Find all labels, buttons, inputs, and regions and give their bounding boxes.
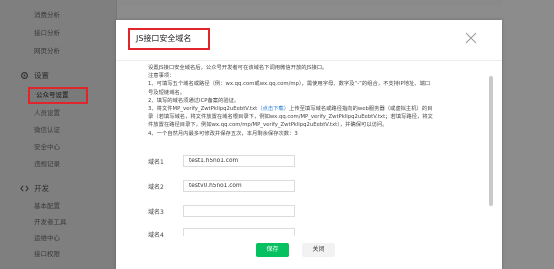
save-button[interactable]: 保存 <box>256 243 289 257</box>
dev-section-label: 开发 <box>34 184 49 193</box>
note-line: 件放置在路径目录下，例如wx.qq.com/mp/MP_verify_ZwtPk… <box>148 122 388 129</box>
domain-2-label: 域名2 <box>148 184 164 191</box>
sidebar-item-web-analysis[interactable]: 网页分析 <box>34 45 60 55</box>
sidebar-item-certification[interactable]: 微信认证 <box>34 124 60 134</box>
js-domain-dialog: JS接口安全域名 设置JS接口安全域名后，公众号开发者可在该域名下调用微信开放的… <box>116 20 502 269</box>
note-line: 3、将文件MP_verify_ZwtPkllpq2uEebtV.txt（点击下载… <box>148 106 433 113</box>
note-line: 设置JS接口安全域名后，公众号开发者可在该域名下调用微信开放的JS接口。 <box>148 65 328 71</box>
note-line: 4、一个自然月内最多可修改并保存五次，本月剩余保存次数：3 <box>148 130 298 137</box>
domain-1-input[interactable] <box>183 155 295 167</box>
dialog-divider <box>116 60 502 61</box>
note-line: 录（若填写域名，将文件放置在域名根目录下，例如wx.qq.com/MP_veri… <box>148 114 433 121</box>
domain-2-input[interactable] <box>183 180 295 192</box>
domain-3-label: 域名3 <box>148 209 164 216</box>
code-icon <box>20 185 29 192</box>
note-line: 注意事项： <box>148 73 175 80</box>
sidebar-item-dev-tools[interactable]: 开发者工具 <box>34 216 67 226</box>
sidebar-item-security[interactable]: 安全中心 <box>34 141 60 151</box>
domain-4-input[interactable] <box>183 228 295 236</box>
cancel-button[interactable]: 关闭 <box>302 243 335 257</box>
sidebar-item-basic-config[interactable]: 基本配置 <box>34 200 60 210</box>
sidebar: 消费分析 接口分析 网页分析 设置 公众号设置 人员设置 微信认证 安全中心 违… <box>0 0 117 269</box>
note-line: 1、可填写五个域名或路径（例：wx.qq.com或wx.qq.com/mp），需… <box>148 81 431 88</box>
note-line: 2、填写的域名须通过ICP备案的验证。 <box>148 97 240 104</box>
sidebar-item-ops-center[interactable]: 运维中心 <box>34 232 60 242</box>
gear-icon <box>21 72 28 79</box>
dialog-title: JS接口安全域名 <box>128 28 210 50</box>
sidebar-item-account-settings[interactable]: 公众号设置 <box>28 87 88 104</box>
dialog-notes: 设置JS接口安全域名后，公众号开发者可在该域名下调用微信开放的JS接口。 注意事… <box>148 64 483 138</box>
download-link[interactable]: （点击下载） <box>257 106 289 112</box>
dev-section: 开发 <box>20 183 49 194</box>
settings-section-label: 设置 <box>34 71 49 80</box>
domain-1-label: 域名1 <box>148 159 164 166</box>
note-line: 号及短链域名。 <box>148 89 186 96</box>
sidebar-item-violations[interactable]: 违规记录 <box>34 158 60 168</box>
close-icon[interactable] <box>465 32 477 44</box>
sidebar-item-consume[interactable]: 消费分析 <box>34 9 60 19</box>
domain-4-label: 域名4 <box>148 232 164 239</box>
sidebar-item-staff[interactable]: 人员设置 <box>34 107 60 117</box>
domain-3-input[interactable] <box>183 205 295 217</box>
sidebar-item-api-permissions[interactable]: 接口权限 <box>34 248 60 258</box>
sidebar-item-api-analysis[interactable]: 接口分析 <box>34 27 60 37</box>
overlay-right <box>502 0 554 269</box>
dialog-scrollbar[interactable] <box>489 76 493 206</box>
settings-section: 设置 <box>20 70 49 81</box>
